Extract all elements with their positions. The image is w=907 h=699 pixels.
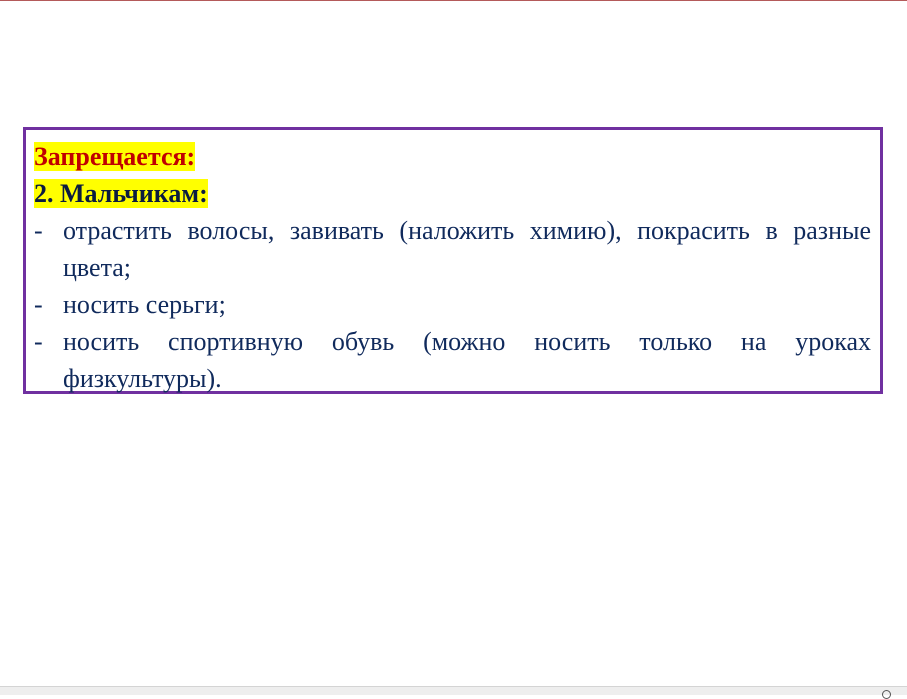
rule-item: - носить серьги; <box>34 286 871 323</box>
rule-text: носить спортивную обувь (можно носить то… <box>63 327 871 393</box>
rule-text: носить серьги; <box>63 290 226 319</box>
prohibited-heading: Запрещается: <box>34 138 871 175</box>
rule-marker: - <box>34 290 43 319</box>
rule-text: отрастить волосы, завивать (наложить хим… <box>63 216 871 282</box>
rule-marker: - <box>34 327 43 356</box>
rules-list: - отрастить волосы, завивать (наложить х… <box>34 212 871 397</box>
prohibited-label: Запрещается: <box>34 142 196 171</box>
rule-item: - носить спортивную обувь (можно носить … <box>34 323 871 397</box>
rule-marker: - <box>34 216 43 245</box>
section-label: 2. Мальчикам: <box>34 179 208 208</box>
status-bar <box>0 686 907 695</box>
section-heading: 2. Мальчикам: <box>34 175 871 212</box>
rule-item: - отрастить волосы, завивать (наложить х… <box>34 212 871 286</box>
rules-box: Запрещается: 2. Мальчикам: - отрастить в… <box>23 127 883 394</box>
top-divider <box>0 0 907 1</box>
